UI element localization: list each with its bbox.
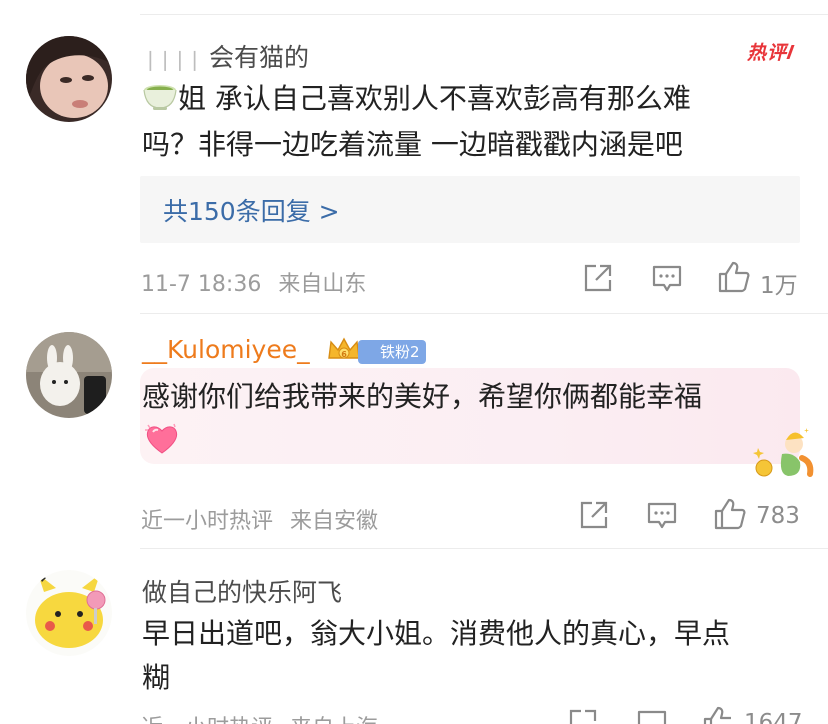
like-icon[interactable] [713, 498, 747, 530]
hot-comment-badge: 热评 [746, 38, 795, 65]
reply-summary-box[interactable]: 共150条回复 > [140, 176, 800, 243]
comment-meta: 近一小时热评 来自上海 [141, 710, 378, 724]
comment-date: 近一小时热评 [141, 509, 274, 534]
username-prefix: ❘❘❘❘ [142, 47, 203, 71]
tea-bowl-icon [143, 85, 177, 110]
like-icon[interactable] [717, 261, 751, 293]
comment-username[interactable]: 做自己的快乐阿飞 [142, 573, 342, 609]
like-icon[interactable] [702, 706, 736, 724]
comment-username[interactable]: __Kulomiyee_ [142, 335, 310, 364]
comment-location: 来自上海 [290, 716, 378, 724]
comment-divider [140, 548, 828, 549]
comment-date: 近一小时热评 [141, 716, 273, 724]
share-icon[interactable] [579, 500, 609, 530]
comment-date: 11-7 18:36 [141, 272, 262, 297]
comment-icon[interactable] [646, 501, 678, 531]
comment-meta: 近一小时热评 来自安徽 [141, 503, 378, 535]
username-text: 会有猫的 [208, 43, 309, 72]
comment-icon[interactable] [636, 709, 668, 724]
comment-text-line: 早日出道吧，翁大小姐。消费他人的真心，早点 [142, 617, 731, 650]
comment-icon[interactable] [651, 264, 683, 294]
fan-badge: 铁粉2 [358, 340, 426, 364]
comment-feed: ❘❘❘❘ 会有猫的 热评 姐 承认自己喜欢别人不喜欢彭高有那么难 吗？非得一边吃… [0, 0, 828, 724]
avatar[interactable] [26, 36, 112, 122]
comment-divider [140, 313, 828, 314]
share-icon[interactable] [568, 708, 598, 724]
svg-text:6: 6 [341, 350, 347, 359]
comment-text: 姐 承认自己喜欢别人不喜欢彭高有那么难 [178, 82, 691, 115]
top-divider [140, 14, 828, 15]
avatar[interactable] [26, 332, 112, 418]
like-count: 783 [756, 503, 800, 529]
like-count: 1万 [760, 273, 798, 299]
comment-meta: 11-7 18:36 来自山东 [141, 266, 366, 298]
comment-text-line: 吗？非得一边吃着流量 一边暗戳戳内涵是吧 [142, 128, 683, 161]
comment-text: 感谢你们给我带来的美好，希望你俩都能幸福 [142, 380, 703, 413]
crown-icon: 6 [328, 337, 360, 359]
comment-username[interactable]: ❘❘❘❘ 会有猫的 [142, 38, 309, 74]
comment-text-line: 糊 [142, 661, 171, 694]
little-prince-sticker-icon [753, 428, 814, 477]
avatar[interactable] [26, 570, 112, 656]
share-icon[interactable] [583, 263, 613, 293]
like-count: 1647 [744, 710, 803, 724]
comment-location: 来自山东 [278, 272, 367, 297]
view-replies-link[interactable]: 共150条回复 > [163, 192, 340, 228]
comment-location: 来自安徽 [290, 509, 379, 534]
pink-heart-icon [145, 423, 178, 454]
comment-text-line: 姐 承认自己喜欢别人不喜欢彭高有那么难 [142, 78, 691, 120]
hot-badge-label: 热评 [746, 42, 787, 64]
